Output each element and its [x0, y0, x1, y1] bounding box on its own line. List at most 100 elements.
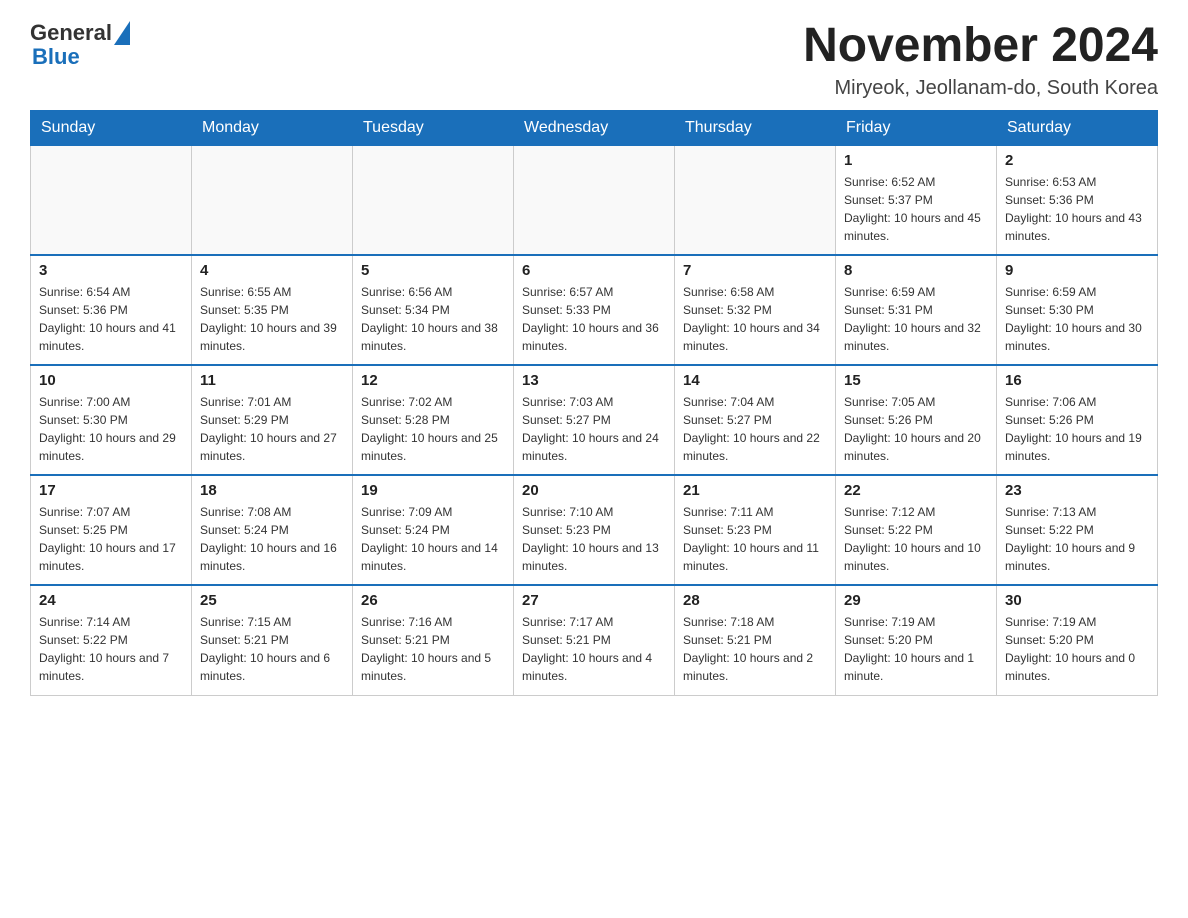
day-info: Sunrise: 6:58 AMSunset: 5:32 PMDaylight:… — [683, 283, 827, 355]
day-info: Sunrise: 6:55 AMSunset: 5:35 PMDaylight:… — [200, 283, 344, 355]
day-number: 17 — [39, 482, 183, 499]
calendar-cell: 19 Sunrise: 7:09 AMSunset: 5:24 PMDayligh… — [353, 475, 514, 585]
month-title: November 2024 — [803, 20, 1158, 73]
calendar-cell: 3Sunrise: 6:54 AMSunset: 5:36 PMDaylight… — [31, 255, 192, 365]
calendar-cell: 14 Sunrise: 7:04 AMSunset: 5:27 PMDayligh… — [675, 365, 836, 475]
day-number: 14 — [683, 372, 827, 389]
calendar-cell: 26Sunrise: 7:16 AMSunset: 5:21 PMDayligh… — [353, 585, 514, 695]
header-saturday: Saturday — [997, 110, 1158, 145]
logo: General Blue — [30, 20, 130, 70]
day-info: Sunrise: 7:00 AMSunset: 5:30 PMDaylight:… — [39, 393, 183, 465]
day-number: 27 — [522, 592, 666, 609]
day-number: 16 — [1005, 372, 1149, 389]
header-wednesday: Wednesday — [514, 110, 675, 145]
calendar-cell — [514, 145, 675, 255]
day-number: 6 — [522, 262, 666, 279]
day-info: Sunrise: 7:08 AMSunset: 5:24 PMDaylight:… — [200, 503, 344, 575]
calendar-week-row-1: 3Sunrise: 6:54 AMSunset: 5:36 PMDaylight… — [31, 255, 1158, 365]
day-number: 30 — [1005, 592, 1149, 609]
calendar-cell: 8 Sunrise: 6:59 AMSunset: 5:31 PMDaylight… — [836, 255, 997, 365]
calendar-cell — [353, 145, 514, 255]
header-sunday: Sunday — [31, 110, 192, 145]
day-info: Sunrise: 7:04 AMSunset: 5:27 PMDaylight:… — [683, 393, 827, 465]
calendar-cell: 30 Sunrise: 7:19 AMSunset: 5:20 PMDayligh… — [997, 585, 1158, 695]
day-info: Sunrise: 6:53 AMSunset: 5:36 PMDaylight:… — [1005, 173, 1149, 245]
title-area: November 2024 Miryeok, Jeollanam-do, Sou… — [803, 20, 1158, 100]
day-number: 25 — [200, 592, 344, 609]
page-header: General Blue November 2024 Miryeok, Jeol… — [30, 20, 1158, 100]
day-info: Sunrise: 7:16 AMSunset: 5:21 PMDaylight:… — [361, 613, 505, 685]
day-info: Sunrise: 7:07 AMSunset: 5:25 PMDaylight:… — [39, 503, 183, 575]
calendar-table: SundayMondayTuesdayWednesdayThursdayFrid… — [30, 110, 1158, 696]
day-info: Sunrise: 7:15 AMSunset: 5:21 PMDaylight:… — [200, 613, 344, 685]
calendar-week-row-0: 1Sunrise: 6:52 AMSunset: 5:37 PMDaylight… — [31, 145, 1158, 255]
calendar-cell — [675, 145, 836, 255]
logo-blue: Blue — [32, 44, 80, 70]
calendar-cell: 22 Sunrise: 7:12 AMSunset: 5:22 PMDayligh… — [836, 475, 997, 585]
day-info: Sunrise: 6:59 AMSunset: 5:31 PMDaylight:… — [844, 283, 988, 355]
calendar-cell: 7 Sunrise: 6:58 AMSunset: 5:32 PMDaylight… — [675, 255, 836, 365]
header-monday: Monday — [192, 110, 353, 145]
day-info: Sunrise: 6:57 AMSunset: 5:33 PMDaylight:… — [522, 283, 666, 355]
day-number: 13 — [522, 372, 666, 389]
calendar-cell: 16 Sunrise: 7:06 AMSunset: 5:26 PMDayligh… — [997, 365, 1158, 475]
calendar-cell: 6 Sunrise: 6:57 AMSunset: 5:33 PMDaylight… — [514, 255, 675, 365]
day-number: 29 — [844, 592, 988, 609]
day-number: 7 — [683, 262, 827, 279]
calendar-week-row-4: 24 Sunrise: 7:14 AMSunset: 5:22 PMDayligh… — [31, 585, 1158, 695]
day-info: Sunrise: 7:14 AMSunset: 5:22 PMDaylight:… — [39, 613, 183, 685]
day-info: Sunrise: 7:17 AMSunset: 5:21 PMDaylight:… — [522, 613, 666, 685]
day-info: Sunrise: 7:02 AMSunset: 5:28 PMDaylight:… — [361, 393, 505, 465]
day-number: 15 — [844, 372, 988, 389]
calendar-cell: 13 Sunrise: 7:03 AMSunset: 5:27 PMDayligh… — [514, 365, 675, 475]
day-info: Sunrise: 7:18 AMSunset: 5:21 PMDaylight:… — [683, 613, 827, 685]
calendar-week-row-3: 17 Sunrise: 7:07 AMSunset: 5:25 PMDayligh… — [31, 475, 1158, 585]
header-tuesday: Tuesday — [353, 110, 514, 145]
calendar-cell: 1Sunrise: 6:52 AMSunset: 5:37 PMDaylight… — [836, 145, 997, 255]
day-info: Sunrise: 7:13 AMSunset: 5:22 PMDaylight:… — [1005, 503, 1149, 575]
day-info: Sunrise: 7:03 AMSunset: 5:27 PMDaylight:… — [522, 393, 666, 465]
day-number: 23 — [1005, 482, 1149, 499]
calendar-cell: 15 Sunrise: 7:05 AMSunset: 5:26 PMDayligh… — [836, 365, 997, 475]
location-title: Miryeok, Jeollanam-do, South Korea — [803, 77, 1158, 100]
day-number: 2 — [1005, 152, 1149, 169]
day-info: Sunrise: 7:19 AMSunset: 5:20 PMDaylight:… — [1005, 613, 1149, 685]
calendar-cell: 12 Sunrise: 7:02 AMSunset: 5:28 PMDayligh… — [353, 365, 514, 475]
calendar-header-row: SundayMondayTuesdayWednesdayThursdayFrid… — [31, 110, 1158, 145]
day-info: Sunrise: 6:59 AMSunset: 5:30 PMDaylight:… — [1005, 283, 1149, 355]
day-number: 1 — [844, 152, 988, 169]
day-info: Sunrise: 7:19 AMSunset: 5:20 PMDaylight:… — [844, 613, 988, 685]
day-number: 19 — [361, 482, 505, 499]
calendar-cell: 5Sunrise: 6:56 AMSunset: 5:34 PMDaylight… — [353, 255, 514, 365]
day-info: Sunrise: 7:12 AMSunset: 5:22 PMDaylight:… — [844, 503, 988, 575]
header-friday: Friday — [836, 110, 997, 145]
day-number: 22 — [844, 482, 988, 499]
day-info: Sunrise: 6:54 AMSunset: 5:36 PMDaylight:… — [39, 283, 183, 355]
calendar-cell: 23 Sunrise: 7:13 AMSunset: 5:22 PMDayligh… — [997, 475, 1158, 585]
day-info: Sunrise: 7:01 AMSunset: 5:29 PMDaylight:… — [200, 393, 344, 465]
day-info: Sunrise: 7:09 AMSunset: 5:24 PMDaylight:… — [361, 503, 505, 575]
calendar-cell: 18 Sunrise: 7:08 AMSunset: 5:24 PMDayligh… — [192, 475, 353, 585]
day-number: 21 — [683, 482, 827, 499]
calendar-cell: 9 Sunrise: 6:59 AMSunset: 5:30 PMDaylight… — [997, 255, 1158, 365]
calendar-cell: 20Sunrise: 7:10 AMSunset: 5:23 PMDayligh… — [514, 475, 675, 585]
calendar-cell — [192, 145, 353, 255]
day-number: 28 — [683, 592, 827, 609]
day-number: 12 — [361, 372, 505, 389]
calendar-cell: 24 Sunrise: 7:14 AMSunset: 5:22 PMDayligh… — [31, 585, 192, 695]
day-number: 24 — [39, 592, 183, 609]
header-thursday: Thursday — [675, 110, 836, 145]
day-info: Sunrise: 7:06 AMSunset: 5:26 PMDaylight:… — [1005, 393, 1149, 465]
day-number: 5 — [361, 262, 505, 279]
calendar-cell: 2 Sunrise: 6:53 AMSunset: 5:36 PMDaylight… — [997, 145, 1158, 255]
calendar-week-row-2: 10Sunrise: 7:00 AMSunset: 5:30 PMDayligh… — [31, 365, 1158, 475]
calendar-cell — [31, 145, 192, 255]
day-number: 4 — [200, 262, 344, 279]
day-number: 9 — [1005, 262, 1149, 279]
day-number: 20 — [522, 482, 666, 499]
calendar-cell: 10Sunrise: 7:00 AMSunset: 5:30 PMDayligh… — [31, 365, 192, 475]
day-info: Sunrise: 7:05 AMSunset: 5:26 PMDaylight:… — [844, 393, 988, 465]
calendar-cell: 4 Sunrise: 6:55 AMSunset: 5:35 PMDaylight… — [192, 255, 353, 365]
day-number: 18 — [200, 482, 344, 499]
day-number: 8 — [844, 262, 988, 279]
